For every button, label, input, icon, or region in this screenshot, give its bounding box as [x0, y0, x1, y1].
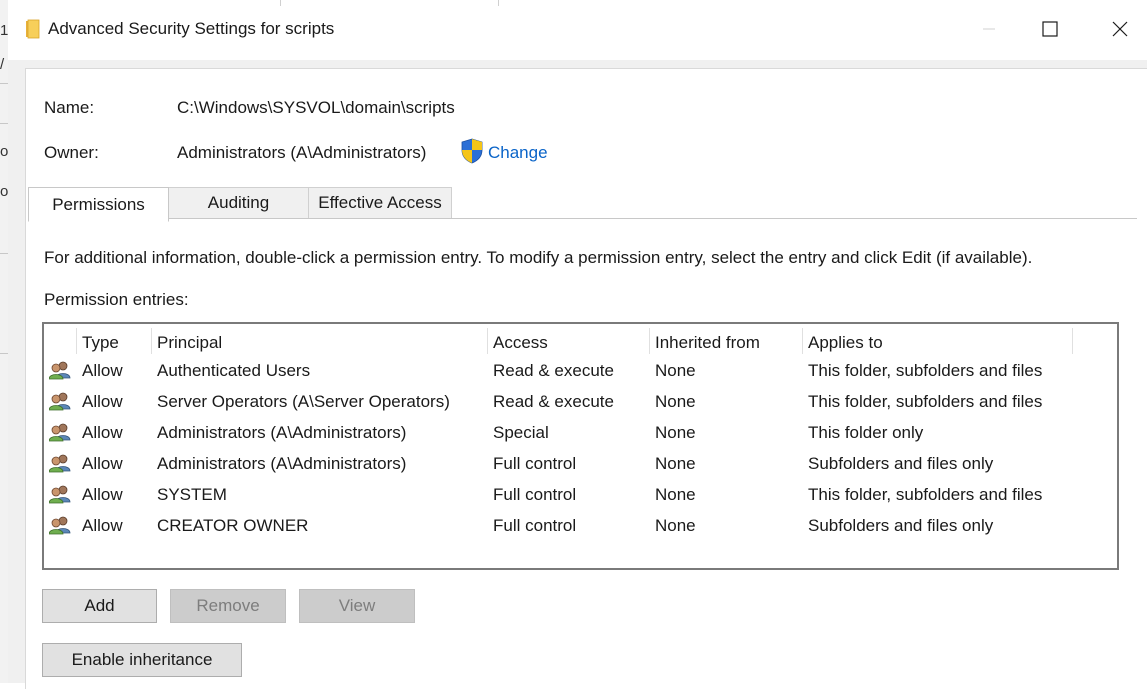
table-row[interactable]: Allow Administrators (A\Administrators) Sp…: [44, 418, 1117, 449]
row-applies-to: Subfolders and files only: [808, 516, 994, 535]
column-header-applies-to[interactable]: Applies to: [808, 333, 883, 353]
uac-shield-icon: [461, 138, 483, 164]
security-settings-window: Advanced Security Settings for scripts N…: [8, 0, 1147, 689]
remove-button[interactable]: Remove: [170, 589, 286, 623]
row-applies-to: This folder only: [808, 423, 924, 442]
view-button[interactable]: View: [299, 589, 415, 623]
row-inherited-from: None: [655, 516, 696, 535]
row-access: Full control: [493, 516, 577, 535]
users-icon: [49, 454, 71, 473]
close-button[interactable]: [1085, 0, 1147, 58]
row-principal: Authenticated Users: [157, 361, 311, 380]
row-type: Allow: [82, 423, 123, 442]
owner-value: Administrators (A\Administrators): [177, 143, 427, 162]
row-principal: Administrators (A\Administrators): [157, 423, 407, 442]
column-header-inherited-from[interactable]: Inherited from: [655, 333, 760, 353]
row-type: Allow: [82, 392, 123, 411]
change-owner-link[interactable]: Change: [488, 143, 548, 163]
column-header-type[interactable]: Type: [82, 333, 119, 353]
column-header-principal[interactable]: Principal: [157, 333, 222, 353]
row-inherited-from: None: [655, 454, 696, 473]
row-applies-to: This folder, subfolders and files: [808, 361, 1043, 380]
row-applies-to: This folder, subfolders and files: [808, 485, 1043, 504]
row-inherited-from: None: [655, 392, 696, 411]
minimize-button[interactable]: [954, 0, 1024, 58]
owner-label: Owner:: [44, 143, 99, 162]
tab-label: Auditing: [207, 193, 270, 212]
add-button[interactable]: Add: [42, 589, 157, 623]
row-type: Allow: [82, 454, 123, 473]
users-icon: [49, 485, 71, 504]
row-principal: Administrators (A\Administrators): [157, 454, 407, 473]
maximize-button[interactable]: [1015, 0, 1085, 58]
enable-inheritance-button[interactable]: Enable inheritance: [42, 643, 242, 677]
table-row[interactable]: Allow SYSTEM Full control None This folder, …: [44, 480, 1117, 511]
row-inherited-from: None: [655, 361, 696, 380]
tab-auditing[interactable]: Auditing: [168, 187, 309, 218]
column-header-access[interactable]: Access: [493, 333, 548, 353]
tab-label: Effective Access: [318, 193, 442, 212]
folder-icon: [26, 19, 40, 39]
row-inherited-from: None: [655, 485, 696, 504]
row-access: Full control: [493, 485, 577, 504]
close-icon: [1112, 21, 1128, 37]
maximize-icon: [1042, 21, 1058, 37]
window-title: Advanced Security Settings for scripts: [48, 19, 335, 38]
row-inherited-from: None: [655, 423, 696, 442]
title-bar[interactable]: Advanced Security Settings for scripts: [8, 0, 1147, 60]
background-fragment: /: [0, 56, 5, 73]
row-type: Allow: [82, 361, 123, 380]
table-row[interactable]: Allow Administrators (A\Administrators) Fu…: [44, 449, 1117, 480]
row-applies-to: Subfolders and files only: [808, 454, 994, 473]
table-row[interactable]: Allow Server Operators (A\Server Operator…: [44, 387, 1117, 418]
row-access: Special: [493, 423, 549, 442]
users-icon: [49, 392, 71, 411]
row-principal: SYSTEM: [157, 485, 227, 504]
row-access: Read & execute: [493, 361, 614, 380]
row-principal: CREATOR OWNER: [157, 516, 309, 535]
instructions-text: For additional information, double-click…: [44, 248, 1033, 267]
tab-permissions[interactable]: Permissions: [28, 187, 169, 222]
name-label: Name:: [44, 98, 95, 117]
users-icon: [49, 361, 71, 380]
users-icon: [49, 423, 71, 442]
row-type: Allow: [82, 485, 123, 504]
name-value: C:\Windows\SYSVOL\domain\scripts: [177, 98, 455, 117]
row-type: Allow: [82, 516, 123, 535]
permission-entries-list[interactable]: Type Principal Access Inherited from App…: [42, 322, 1119, 570]
minimize-icon: [983, 28, 995, 30]
row-access: Read & execute: [493, 392, 614, 411]
tab-label: Permissions: [52, 194, 145, 214]
tab-effective-access[interactable]: Effective Access: [308, 187, 452, 218]
table-row[interactable]: Allow CREATOR OWNER Full control None Subfol…: [44, 511, 1117, 542]
table-row[interactable]: Allow Authenticated Users Read & execute No…: [44, 356, 1117, 387]
tab-strip-border: [28, 218, 1137, 219]
users-icon: [49, 516, 71, 535]
row-applies-to: This folder, subfolders and files: [808, 392, 1043, 411]
row-principal: Server Operators (A\Server Operators): [157, 392, 450, 411]
row-access: Full control: [493, 454, 577, 473]
permission-entries-label: Permission entries:: [44, 290, 189, 309]
